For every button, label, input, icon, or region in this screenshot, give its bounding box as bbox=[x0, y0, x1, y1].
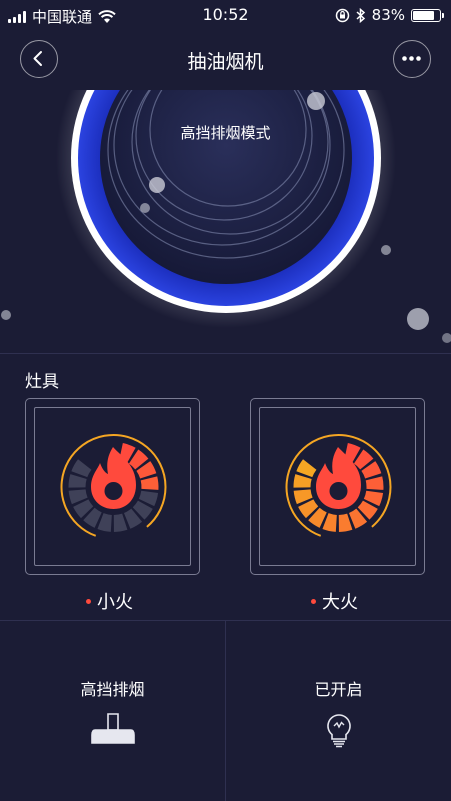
gauge-segment bbox=[365, 476, 384, 490]
fan-visual: 高挡排烟模式 bbox=[0, 90, 451, 352]
more-button[interactable] bbox=[393, 40, 431, 78]
gauge-segment bbox=[71, 459, 92, 478]
section-divider bbox=[0, 353, 451, 354]
flame-core bbox=[329, 482, 348, 500]
burner-label-right: 大火 bbox=[311, 588, 358, 614]
gauge-segment bbox=[338, 513, 353, 532]
status-dot bbox=[86, 598, 91, 604]
flame-gauge-icon bbox=[60, 434, 167, 537]
gauge-segment bbox=[296, 459, 317, 478]
flame-core bbox=[104, 482, 123, 500]
burner-card-left[interactable] bbox=[25, 398, 200, 575]
burner-level-text: 小火 bbox=[97, 592, 133, 613]
gauge-segment bbox=[68, 474, 87, 488]
flame-gauge-icon bbox=[285, 434, 392, 537]
fan-control-label: 高挡排烟 bbox=[80, 680, 145, 699]
light-control-label: 已开启 bbox=[314, 680, 363, 699]
range-hood-icon bbox=[90, 713, 135, 744]
fan-control-tile[interactable]: 高挡排烟 bbox=[0, 621, 225, 801]
status-bar: 中国联通 10:52 83% bbox=[0, 0, 451, 30]
battery-percent: 83% bbox=[371, 6, 405, 24]
burner-level-text: 大火 bbox=[322, 592, 358, 613]
orientation-lock-icon bbox=[335, 8, 349, 22]
gauge-segment bbox=[140, 476, 159, 490]
bluetooth-icon bbox=[356, 7, 365, 23]
burner-label-left: 小火 bbox=[86, 588, 133, 614]
status-dot bbox=[311, 598, 316, 604]
light-control-tile[interactable]: 已开启 bbox=[226, 621, 451, 801]
section-title: 灶具 bbox=[25, 372, 59, 392]
fan-mode-label: 高挡排烟模式 bbox=[180, 124, 271, 142]
controls-panel: 高挡排烟 已开启 bbox=[0, 620, 451, 801]
gauge-segment bbox=[293, 474, 312, 488]
battery-fill bbox=[413, 10, 434, 20]
status-right: 83% bbox=[335, 6, 444, 24]
gauge-segment bbox=[113, 513, 128, 532]
light-bulb-icon bbox=[326, 714, 351, 748]
more-dots-icon bbox=[402, 56, 421, 61]
battery-icon bbox=[411, 8, 444, 22]
burner-card-right[interactable] bbox=[250, 398, 425, 575]
page-title: 抽油烟机 bbox=[187, 51, 264, 73]
